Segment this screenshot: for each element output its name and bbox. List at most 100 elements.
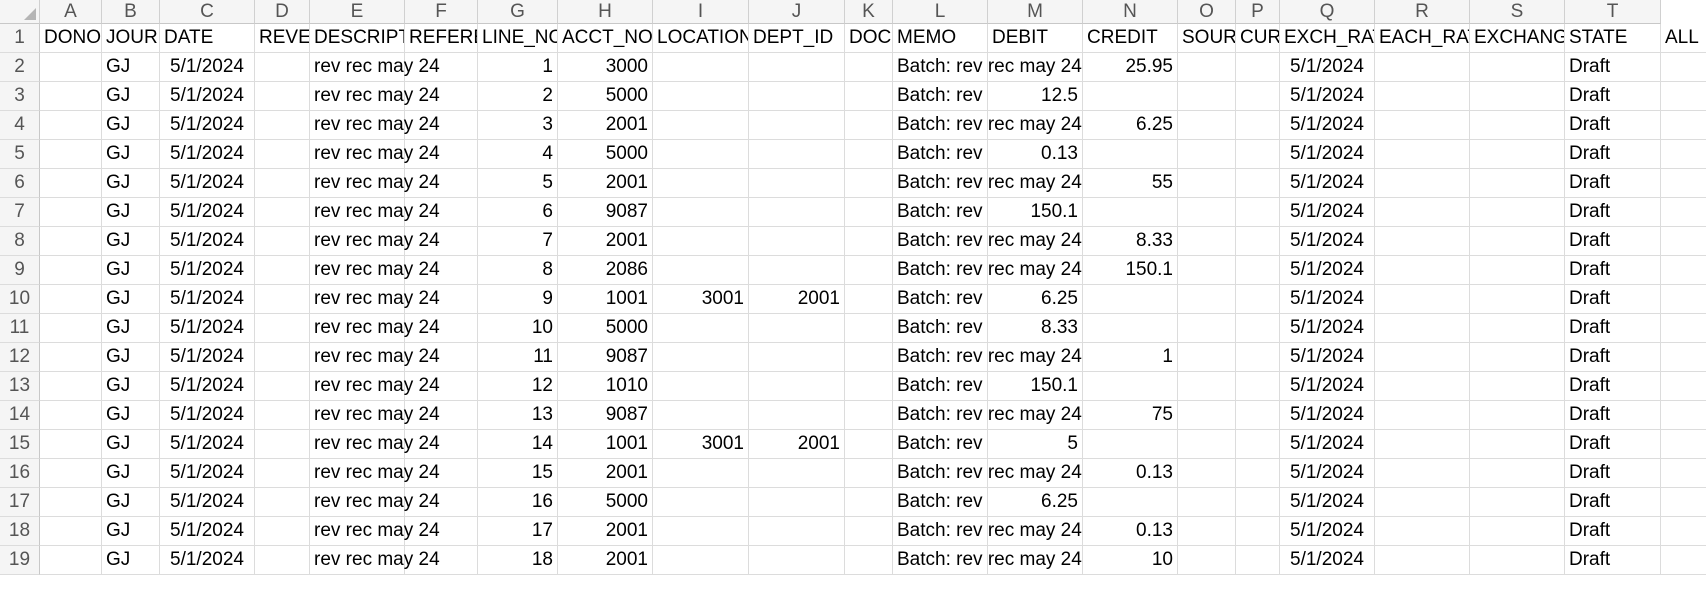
cell-t13[interactable]: Draft xyxy=(1565,372,1661,401)
cell-s16[interactable] xyxy=(1470,459,1565,488)
cell-q18[interactable]: 5/1/2024 xyxy=(1280,517,1375,546)
cell-d12[interactable] xyxy=(255,343,310,372)
header-cell-q[interactable]: EXCH_RAT xyxy=(1280,24,1375,53)
cell-q12[interactable]: 5/1/2024 xyxy=(1280,343,1375,372)
cell-t8[interactable]: Draft xyxy=(1565,227,1661,256)
cell-i6[interactable] xyxy=(653,169,749,198)
cell-e4[interactable]: rev rec may 24 xyxy=(310,111,440,140)
row-header[interactable]: 4 xyxy=(0,111,40,140)
cell-i18[interactable] xyxy=(653,517,749,546)
cell-i3[interactable] xyxy=(653,82,749,111)
row-header[interactable]: 5 xyxy=(0,140,40,169)
cell-t4[interactable]: Draft xyxy=(1565,111,1661,140)
cell-l7[interactable]: Batch: rev xyxy=(893,198,988,227)
cell-t6[interactable]: Draft xyxy=(1565,169,1661,198)
cell-g16[interactable]: 15 xyxy=(478,459,558,488)
header-cell-p[interactable]: CUR xyxy=(1236,24,1280,53)
row-header[interactable]: 14 xyxy=(0,401,40,430)
cell-r2[interactable] xyxy=(1375,53,1470,82)
cell-s13[interactable] xyxy=(1470,372,1565,401)
row-header[interactable]: 11 xyxy=(0,314,40,343)
column-header-h[interactable]: H xyxy=(558,0,653,24)
cell-p16[interactable] xyxy=(1236,459,1280,488)
cell-i5[interactable] xyxy=(653,140,749,169)
cell-l14[interactable]: Batch: rev rec may 24 xyxy=(893,401,1082,430)
row-header[interactable]: 3 xyxy=(0,82,40,111)
cell-n9[interactable]: 150.1 xyxy=(1083,256,1178,285)
cell-n19[interactable]: 10 xyxy=(1083,546,1178,575)
cell-l3[interactable]: Batch: rev xyxy=(893,82,988,111)
cell-j10[interactable]: 2001 xyxy=(749,285,845,314)
cell-p19[interactable] xyxy=(1236,546,1280,575)
column-header-t[interactable]: T xyxy=(1565,0,1661,24)
cell-e14[interactable]: rev rec may 24 xyxy=(310,401,440,430)
header-cell-e[interactable]: DESCRIPTI xyxy=(310,24,405,53)
cell-e18[interactable]: rev rec may 24 xyxy=(310,517,440,546)
cell-j2[interactable] xyxy=(749,53,845,82)
cell-e19[interactable]: rev rec may 24 xyxy=(310,546,440,575)
cell-t17[interactable]: Draft xyxy=(1565,488,1661,517)
cell-d8[interactable] xyxy=(255,227,310,256)
header-cell-k[interactable]: DOCI xyxy=(845,24,893,53)
cell-o12[interactable] xyxy=(1178,343,1236,372)
cell-p8[interactable] xyxy=(1236,227,1280,256)
cell-g17[interactable]: 16 xyxy=(478,488,558,517)
cell-p14[interactable] xyxy=(1236,401,1280,430)
column-header-l[interactable]: L xyxy=(893,0,988,24)
cell-o10[interactable] xyxy=(1178,285,1236,314)
cell-g2[interactable]: 1 xyxy=(478,53,558,82)
cell-j14[interactable] xyxy=(749,401,845,430)
column-header-c[interactable]: C xyxy=(160,0,255,24)
header-cell-b[interactable]: JOURN xyxy=(102,24,160,53)
cell-e2[interactable]: rev rec may 24 xyxy=(310,53,440,82)
cell-u8[interactable] xyxy=(1661,227,1706,256)
cell-o3[interactable] xyxy=(1178,82,1236,111)
cell-i9[interactable] xyxy=(653,256,749,285)
header-cell-r[interactable]: EACH_RAT xyxy=(1375,24,1470,53)
cell-s2[interactable] xyxy=(1470,53,1565,82)
cell-k14[interactable] xyxy=(845,401,893,430)
cell-p15[interactable] xyxy=(1236,430,1280,459)
cell-u18[interactable] xyxy=(1661,517,1706,546)
cell-q9[interactable]: 5/1/2024 xyxy=(1280,256,1375,285)
cell-o18[interactable] xyxy=(1178,517,1236,546)
cell-j12[interactable] xyxy=(749,343,845,372)
cell-b15[interactable]: GJ xyxy=(102,430,160,459)
cell-i13[interactable] xyxy=(653,372,749,401)
cell-q10[interactable]: 5/1/2024 xyxy=(1280,285,1375,314)
cell-n16[interactable]: 0.13 xyxy=(1083,459,1178,488)
cell-d7[interactable] xyxy=(255,198,310,227)
cell-c6[interactable]: 5/1/2024 xyxy=(160,169,255,198)
cell-d3[interactable] xyxy=(255,82,310,111)
cell-s10[interactable] xyxy=(1470,285,1565,314)
cell-p13[interactable] xyxy=(1236,372,1280,401)
cell-e17[interactable]: rev rec may 24 xyxy=(310,488,440,517)
cell-q7[interactable]: 5/1/2024 xyxy=(1280,198,1375,227)
cell-e9[interactable]: rev rec may 24 xyxy=(310,256,440,285)
row-header[interactable]: 18 xyxy=(0,517,40,546)
cell-d4[interactable] xyxy=(255,111,310,140)
cell-k12[interactable] xyxy=(845,343,893,372)
header-cell-a[interactable]: DONO xyxy=(40,24,102,53)
cell-a19[interactable] xyxy=(40,546,102,575)
cell-u5[interactable] xyxy=(1661,140,1706,169)
cell-h11[interactable]: 5000 xyxy=(558,314,653,343)
cell-l2[interactable]: Batch: rev rec may 24 xyxy=(893,53,1082,82)
cell-l10[interactable]: Batch: rev xyxy=(893,285,988,314)
cell-q14[interactable]: 5/1/2024 xyxy=(1280,401,1375,430)
cell-b9[interactable]: GJ xyxy=(102,256,160,285)
cell-n13[interactable] xyxy=(1083,372,1178,401)
cell-n14[interactable]: 75 xyxy=(1083,401,1178,430)
cell-c10[interactable]: 5/1/2024 xyxy=(160,285,255,314)
cell-p12[interactable] xyxy=(1236,343,1280,372)
cell-q4[interactable]: 5/1/2024 xyxy=(1280,111,1375,140)
cell-d11[interactable] xyxy=(255,314,310,343)
cell-d2[interactable] xyxy=(255,53,310,82)
cell-g8[interactable]: 7 xyxy=(478,227,558,256)
cell-h14[interactable]: 9087 xyxy=(558,401,653,430)
cell-p17[interactable] xyxy=(1236,488,1280,517)
cell-g14[interactable]: 13 xyxy=(478,401,558,430)
row-header[interactable]: 10 xyxy=(0,285,40,314)
cell-d15[interactable] xyxy=(255,430,310,459)
cell-l19[interactable]: Batch: rev rec may 24 xyxy=(893,546,1082,575)
